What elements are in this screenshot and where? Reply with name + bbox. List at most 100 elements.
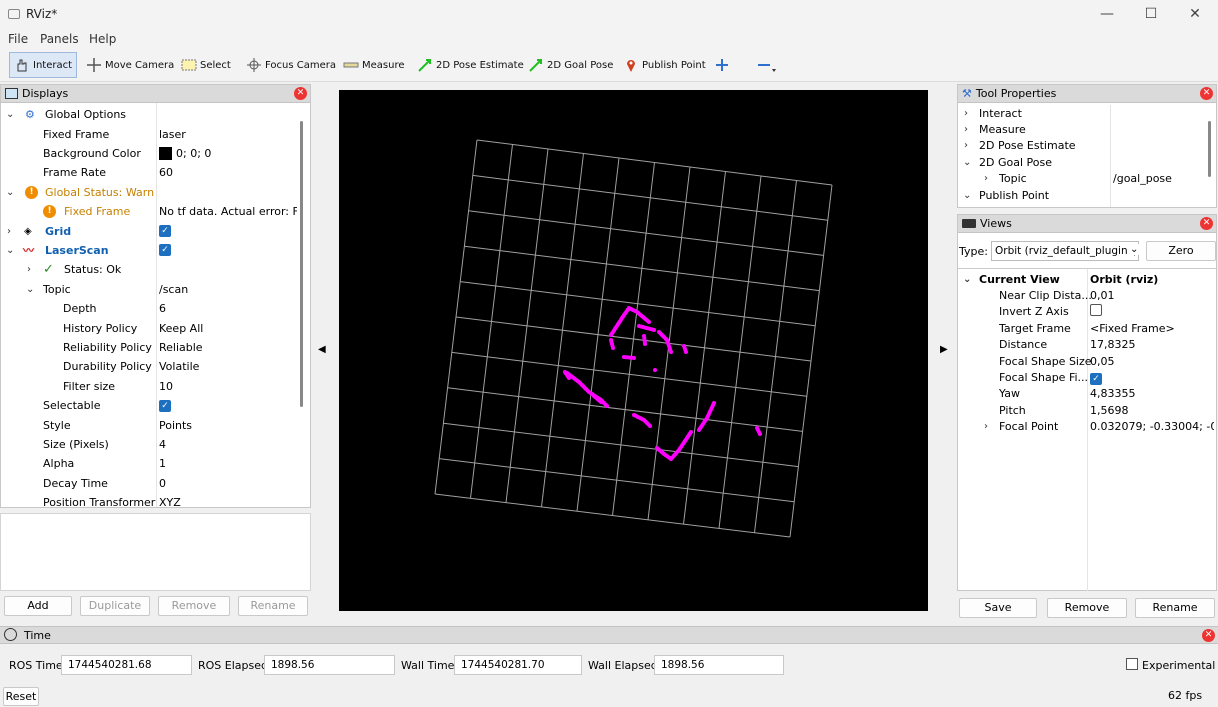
ros-elapsed-field[interactable]: 1898.56 (264, 655, 395, 675)
reliability-policy-value[interactable]: Reliable (159, 338, 297, 357)
chevron-down-icon[interactable]: ⌄ (963, 190, 971, 201)
goal-topic-value[interactable]: /goal_pose (1113, 172, 1172, 185)
alpha-value[interactable]: 1 (159, 454, 297, 473)
select-tool-button[interactable]: Select (177, 52, 235, 78)
ros-time-field[interactable]: 1744540281.68 (61, 655, 192, 675)
selectable-checkbox[interactable]: ✓ (159, 396, 297, 415)
tool-interact-row[interactable]: › Interact (958, 105, 1202, 121)
style-value[interactable]: Points (159, 415, 297, 434)
view-value[interactable]: 4,83355 (1090, 387, 1214, 400)
save-view-button[interactable]: Save (959, 598, 1037, 618)
view-value[interactable]: 17,8325 (1090, 338, 1214, 351)
chevron-down-icon[interactable]: ⌄ (6, 245, 14, 256)
chevron-down-icon[interactable]: ⌄ (963, 274, 971, 285)
publish-point-tool-button[interactable]: Publish Point (619, 52, 710, 78)
zero-view-button[interactable]: Zero (1146, 241, 1216, 261)
menu-help[interactable]: Help (89, 32, 116, 46)
tree-label: Style (43, 418, 71, 432)
maximize-button[interactable]: ☐ (1128, 0, 1174, 28)
chevron-right-icon[interactable]: › (964, 140, 968, 151)
distance-row[interactable]: Distance 17,8325 (958, 337, 1214, 353)
focal-shape-fixed-checkbox[interactable]: ✓ (1090, 371, 1214, 385)
position-transformer-value[interactable]: XYZ (159, 493, 297, 507)
duplicate-display-button[interactable]: Duplicate (80, 596, 150, 616)
depth-value[interactable]: 6 (159, 299, 297, 318)
close-button[interactable]: ✕ (1172, 0, 1218, 28)
add-display-button[interactable]: Add (4, 596, 72, 616)
goal-pose-tool-button[interactable]: 2D Goal Pose (524, 52, 617, 78)
current-view-row[interactable]: ⌄ Current View Orbit (rviz) (958, 271, 1214, 287)
tool-measure-row[interactable]: › Measure (958, 121, 1202, 137)
tool-pose-estimate-row[interactable]: › 2D Pose Estimate (958, 138, 1202, 154)
view-type-select[interactable]: Orbit (rviz_default_plugins) (991, 241, 1139, 261)
background-color-value[interactable]: 0; 0; 0 (159, 144, 297, 163)
filter-size-value[interactable]: 10 (159, 377, 297, 396)
decay-time-value[interactable]: 0 (159, 474, 297, 493)
experimental-checkbox[interactable] (1126, 658, 1138, 670)
target-frame-row[interactable]: Target Frame <Fixed Frame> (958, 320, 1214, 336)
view-value[interactable]: 0,01 (1090, 289, 1214, 302)
tool-goal-pose-row[interactable]: ⌄ 2D Goal Pose (958, 154, 1202, 170)
move-camera-tool-button[interactable]: Move Camera (82, 52, 178, 78)
measure-tool-button[interactable]: Measure (339, 52, 409, 78)
invert-z-row[interactable]: Invert Z Axis (958, 304, 1214, 320)
wall-elapsed-field[interactable]: 1898.56 (654, 655, 784, 675)
chevron-right-icon[interactable]: › (27, 264, 31, 275)
chevron-right-icon[interactable]: › (964, 108, 968, 119)
view-value[interactable]: 1,5698 (1090, 404, 1214, 417)
yaw-row[interactable]: Yaw 4,83355 (958, 386, 1214, 402)
focus-camera-tool-button[interactable]: Focus Camera (242, 52, 340, 78)
scene-canvas[interactable] (339, 90, 928, 611)
tool-properties-scrollbar[interactable] (1208, 121, 1211, 177)
size-pixels-value[interactable]: 4 (159, 435, 297, 454)
tool-publish-point-row[interactable]: ⌄ Publish Point (958, 187, 1202, 203)
displays-close-button[interactable]: ✕ (294, 87, 307, 100)
chevron-down-icon[interactable]: ⌄ (6, 109, 14, 120)
near-clip-row[interactable]: Near Clip Dista... 0,01 (958, 287, 1214, 303)
chevron-right-icon[interactable]: › (964, 124, 968, 135)
remove-display-button[interactable]: Remove (158, 596, 230, 616)
tool-topic-row[interactable]: › Topic/goal_pose (958, 171, 1202, 187)
views-close-button[interactable]: ✕ (1200, 217, 1213, 230)
durability-policy-value[interactable]: Volatile (159, 357, 297, 376)
remove-tool-button[interactable] (752, 52, 776, 78)
collapse-right-arrow[interactable]: ▶ (940, 344, 948, 355)
chevron-right-icon[interactable]: › (984, 173, 988, 184)
view-value[interactable]: 0.032079; -0.33004; -0.... (1090, 420, 1214, 433)
tool-properties-close-button[interactable]: ✕ (1200, 87, 1213, 100)
view-value[interactable]: <Fixed Frame> (1090, 322, 1214, 335)
chevron-down-icon[interactable]: ⌄ (26, 284, 34, 295)
menu-panels[interactable]: Panels (40, 32, 79, 46)
menu-file[interactable]: File (8, 32, 28, 46)
chevron-right-icon[interactable]: › (7, 226, 11, 237)
chevron-down-icon[interactable]: ⌄ (1128, 244, 1141, 255)
reset-button[interactable]: Reset (3, 687, 39, 706)
chevron-down-icon[interactable]: ⌄ (6, 187, 14, 198)
chevron-right-icon[interactable]: › (984, 421, 988, 432)
invert-z-checkbox[interactable] (1090, 304, 1214, 319)
focal-point-row[interactable]: › Focal Point 0.032079; -0.33004; -0.... (958, 419, 1214, 435)
pose-estimate-tool-button[interactable]: 2D Pose Estimate (413, 52, 528, 78)
displays-scrollbar[interactable] (300, 121, 303, 407)
time-close-button[interactable]: ✕ (1202, 629, 1215, 642)
chevron-down-icon[interactable]: ⌄ (963, 157, 971, 168)
render-viewport[interactable] (339, 90, 928, 611)
collapse-left-arrow[interactable]: ◀ (318, 344, 326, 355)
topic-value[interactable]: /scan (159, 280, 297, 299)
rename-display-button[interactable]: Rename (238, 596, 308, 616)
frame-rate-value[interactable]: 60 (159, 163, 297, 182)
minimize-button[interactable]: — (1084, 0, 1130, 28)
view-value[interactable]: 0,05 (1090, 355, 1214, 368)
laserscan-enabled-checkbox[interactable]: ✓ (159, 241, 297, 260)
history-policy-value[interactable]: Keep All (159, 318, 297, 337)
focal-shape-fixed-row[interactable]: Focal Shape Fi... ✓ (958, 369, 1214, 385)
interact-tool-button[interactable]: Interact (9, 52, 78, 78)
focal-shape-size-row[interactable]: Focal Shape Size 0,05 (958, 353, 1214, 369)
wall-time-field[interactable]: 1744540281.70 (454, 655, 582, 675)
add-tool-button[interactable] (710, 52, 734, 78)
fixed-frame-value[interactable]: laser (159, 124, 297, 143)
rename-view-button[interactable]: Rename (1135, 598, 1215, 618)
remove-view-button[interactable]: Remove (1047, 598, 1127, 618)
pitch-row[interactable]: Pitch 1,5698 (958, 402, 1214, 418)
grid-enabled-checkbox[interactable]: ✓ (159, 221, 297, 240)
